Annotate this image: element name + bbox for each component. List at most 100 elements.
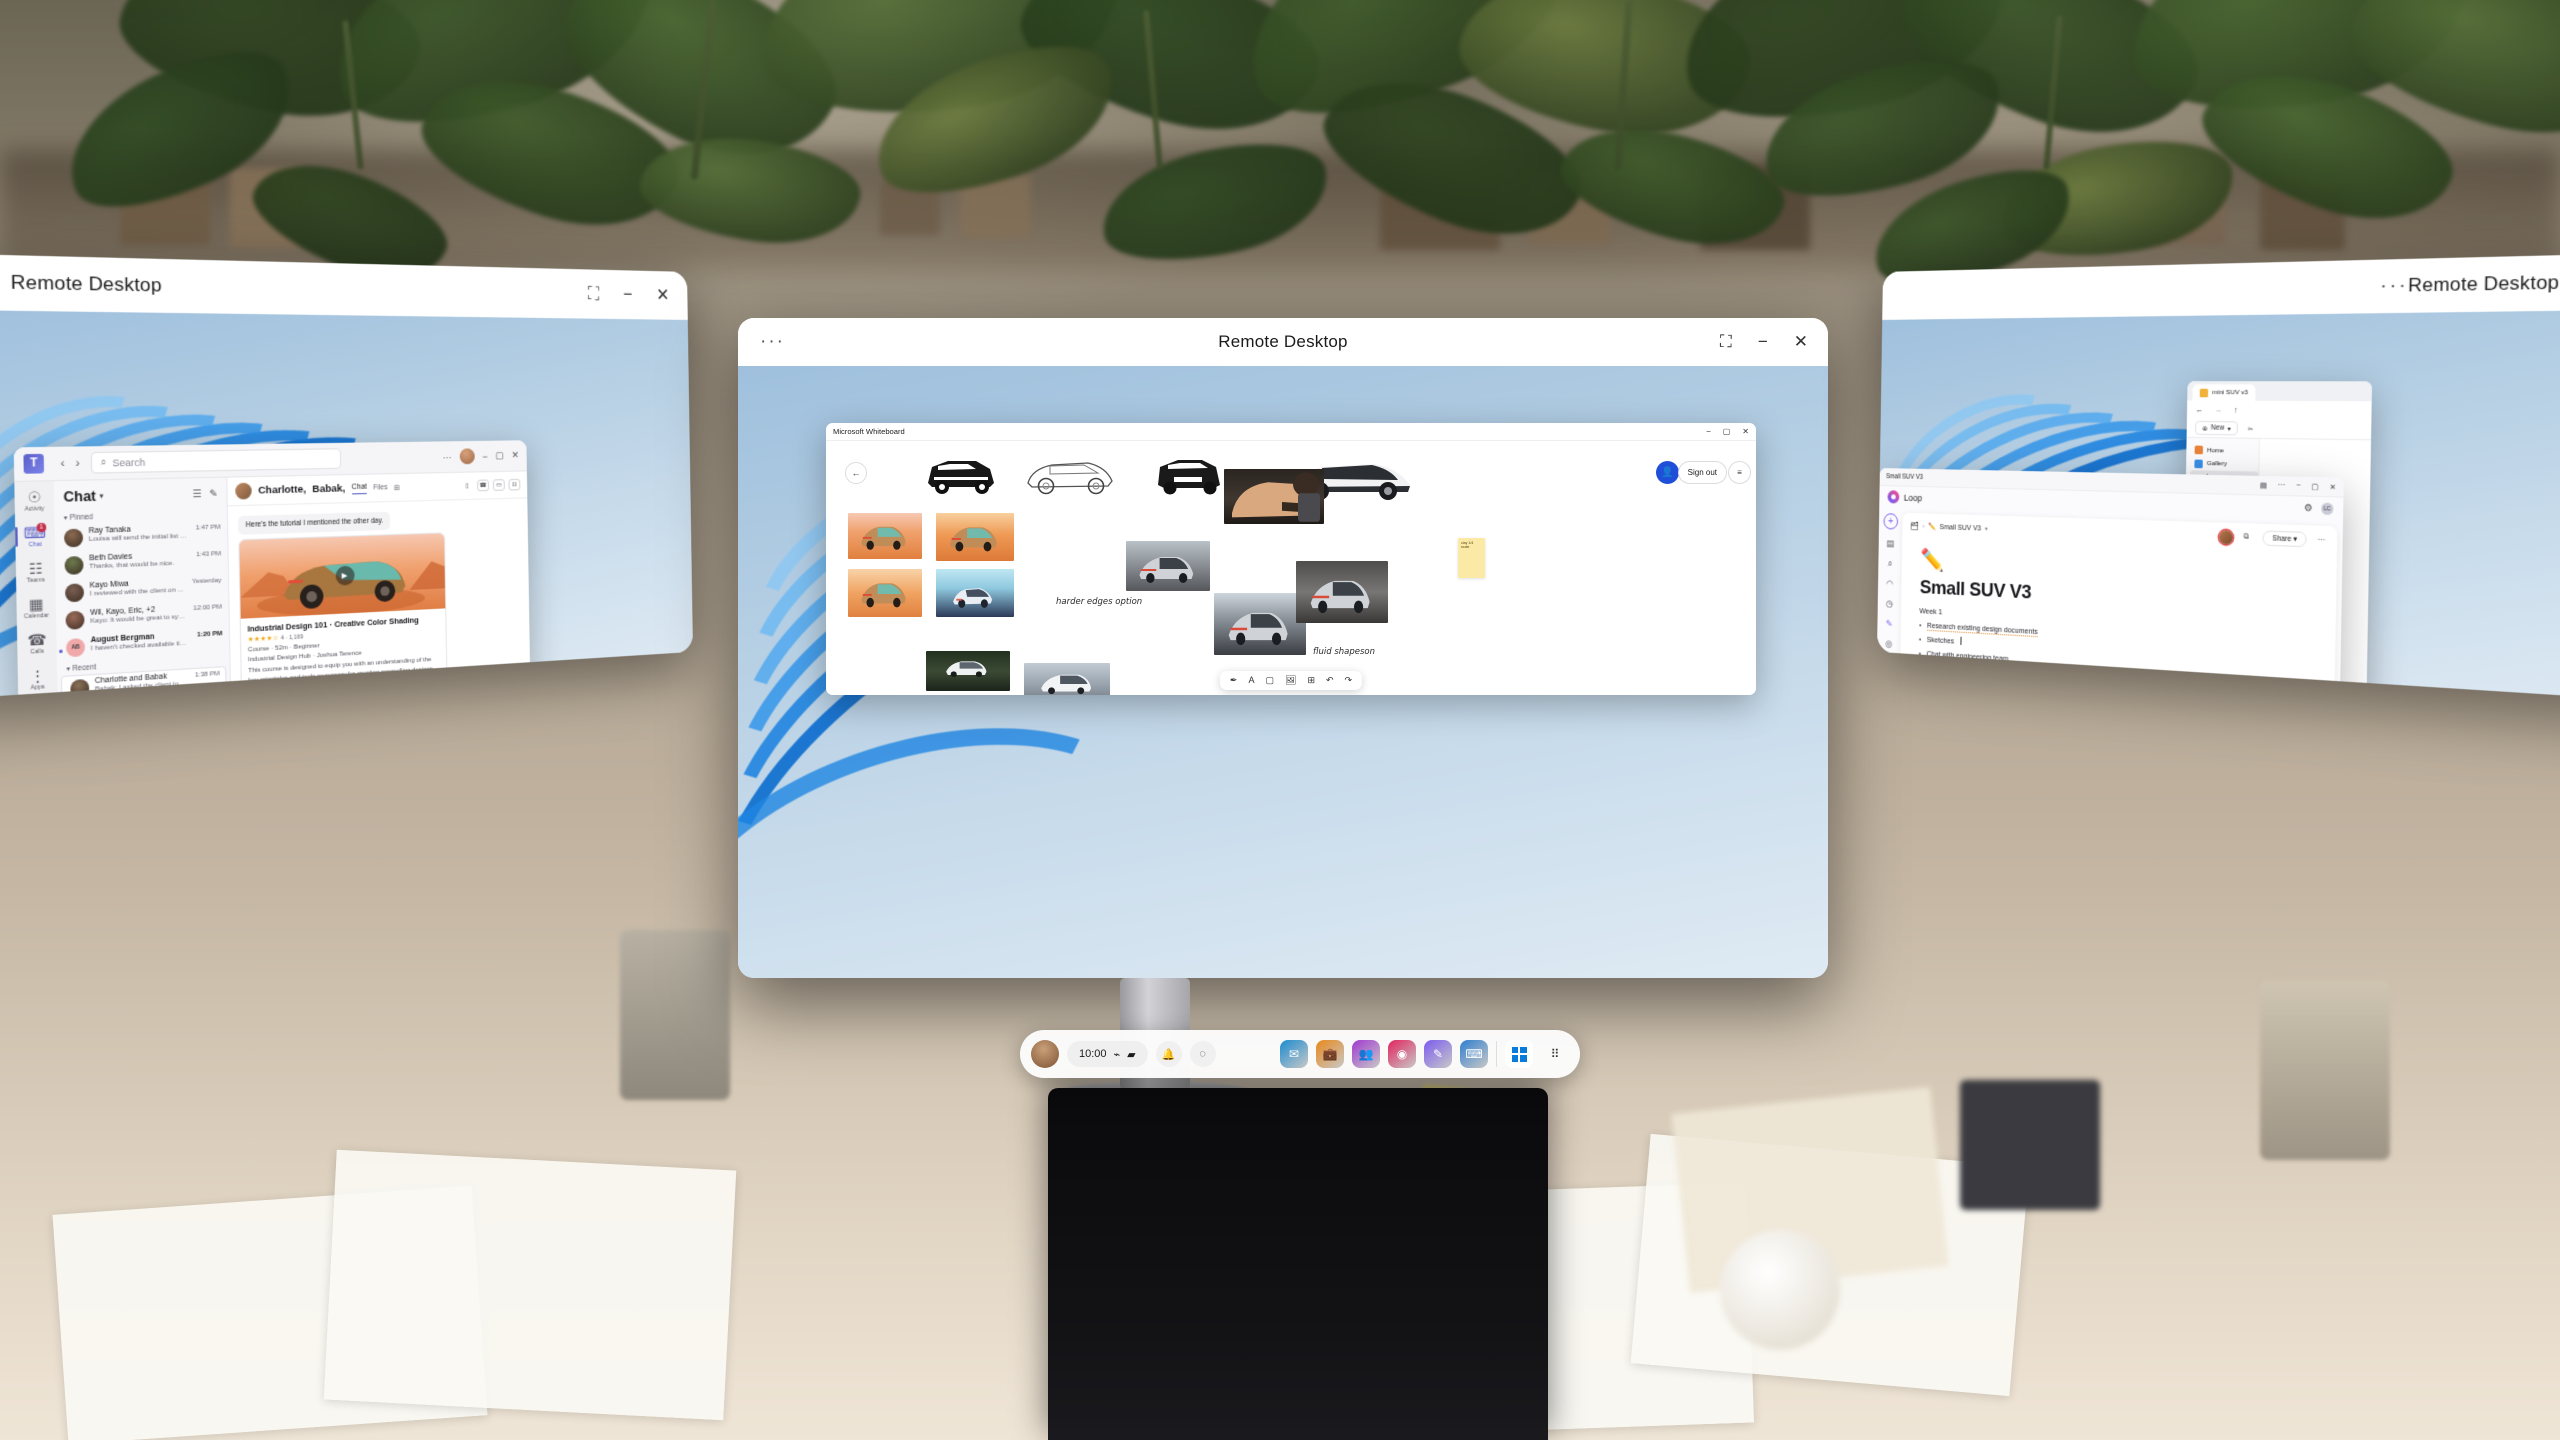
back-icon[interactable]: ← [2195, 405, 2203, 415]
clipboard-icon[interactable]: ▤ [2260, 481, 2267, 490]
minimize-icon[interactable]: − [1706, 427, 1711, 436]
add-tab-icon[interactable]: ⊞ [394, 483, 400, 492]
tab-chat[interactable]: Chat [351, 482, 368, 494]
up-icon[interactable]: ↑ [2234, 405, 2238, 415]
chevron-down-icon[interactable]: ▾ [99, 492, 103, 501]
note-icon[interactable]: ▢ [1265, 675, 1274, 686]
more-icon[interactable]: ··· [2317, 536, 2325, 544]
image-mountain-white-suv[interactable] [1024, 663, 1110, 695]
whiteboard-canvas[interactable]: ← 👤 Sign out ≡ harder edges option fluid… [826, 441, 1756, 695]
copy-link-icon[interactable]: ⧉ [2244, 533, 2249, 542]
image-forest-white-suv[interactable] [926, 651, 1010, 691]
more-icon[interactable]: ··· [2380, 274, 2409, 299]
windows-icon[interactable] [1505, 1040, 1533, 1068]
expand-icon[interactable]: ⛶ [588, 284, 600, 305]
dock-apps[interactable]: ✉ 💼 👥 ◉ ✎ ⌨ [1280, 1040, 1488, 1068]
explorer-ribbon[interactable]: ⊕ New ▾ ✂ [2186, 418, 2372, 441]
insert-icon[interactable]: ⊞ [1307, 675, 1315, 686]
avatar[interactable] [459, 448, 475, 465]
bell-icon[interactable]: ◠ [1886, 578, 1893, 589]
minimize-icon[interactable]: − [2296, 482, 2301, 491]
briefcase-icon[interactable]: 💼 [1316, 1040, 1344, 1068]
loop-header-actions[interactable]: ⚙ LC [2304, 502, 2334, 516]
minimize-icon[interactable]: − [482, 451, 487, 462]
image-desert-suv-rear[interactable] [848, 513, 922, 559]
scissors-icon[interactable]: ✂ [2248, 424, 2254, 433]
redo-icon[interactable]: ↷ [1345, 675, 1353, 686]
expand-icon[interactable]: ⛶ [1720, 332, 1732, 352]
forward-icon[interactable]: → [2214, 405, 2222, 415]
teams-search-input[interactable]: ⌕ Search [91, 448, 342, 474]
rail-item-teams[interactable]: ☷ Teams [16, 560, 56, 585]
text-icon[interactable]: A [1248, 675, 1254, 686]
close-icon[interactable]: ✕ [656, 285, 669, 305]
search-icon[interactable]: ⌕ [1888, 558, 1893, 569]
back-icon[interactable]: ‹ [60, 456, 65, 470]
loop-window-controls[interactable]: ▤ ··· − ▢ ✕ [2260, 481, 2336, 491]
rail-item-chat[interactable]: ⌨ 1 Chat [15, 522, 55, 549]
close-icon[interactable]: ✕ [511, 450, 519, 462]
sidebar-icon[interactable]: ▤ [1886, 538, 1895, 549]
teams-history-nav[interactable]: ‹ › [60, 456, 79, 470]
image-beach-grey-suv[interactable] [1126, 541, 1210, 591]
annotation-fluid-shapes[interactable]: fluid shapeson [1313, 647, 1375, 657]
whiteboard-toolbar[interactable]: ✒ A ▢ 🖼 ⊞ ↶ ↷ [1219, 671, 1363, 690]
rail-item-calls[interactable]: ☎ Calls [17, 631, 57, 656]
rail-item-calendar[interactable]: ▦ Calendar [16, 595, 56, 621]
image-icon[interactable]: 🖼 [1285, 675, 1296, 686]
image-desert-dunes[interactable] [936, 513, 1014, 561]
dashed-circle-icon[interactable]: ◌ [1189, 1041, 1216, 1067]
new-chat-icon[interactable]: ✎ [209, 487, 218, 499]
audio-call-icon[interactable]: ☎ [477, 479, 490, 492]
annotation-harder-edges[interactable]: harder edges option [1056, 597, 1142, 607]
user-avatar[interactable]: LC [2321, 502, 2334, 516]
share-button[interactable]: Share ▾ [2262, 530, 2307, 548]
explorer-tabstrip[interactable]: mini SUV v3 [2187, 381, 2373, 402]
bell-icon[interactable]: 🔔 [1155, 1041, 1182, 1067]
window-controls-left[interactable]: ⛶ − ✕ [588, 284, 670, 306]
more-icon[interactable]: ··· [760, 331, 785, 353]
forward-icon[interactable]: › [75, 456, 80, 470]
conversation-action-icons[interactable]: ▯ ☎ ▭ ⊡ [461, 478, 521, 492]
minimize-icon[interactable]: − [623, 285, 633, 305]
gear-icon[interactable]: ⚙ [2304, 502, 2313, 514]
workspace-icon[interactable]: 🗂 [1911, 522, 1919, 530]
avatar[interactable] [1031, 1040, 1059, 1068]
back-icon[interactable]: ← [845, 462, 867, 484]
maximize-icon[interactable]: ▢ [495, 450, 504, 462]
explorer-tab[interactable]: mini SUV v3 [2192, 384, 2256, 401]
app-grid-icon[interactable]: ⠿ [1541, 1040, 1569, 1068]
more-icon[interactable]: ··· [442, 451, 451, 462]
explorer-sidebar-item-home[interactable]: Home [2190, 443, 2258, 457]
sketch-rear-view[interactable] [1144, 453, 1234, 495]
sticky-note[interactable]: clay 1/4 scale [1458, 538, 1485, 578]
hamburger-icon[interactable]: ≡ [1728, 461, 1751, 484]
explorer-sidebar-item-gallery[interactable]: Gallery [2190, 457, 2258, 472]
sketch-front-view[interactable] [918, 453, 1004, 495]
outlook-icon[interactable]: ✉ [1280, 1040, 1308, 1068]
screen-share-icon[interactable]: ⊡ [508, 478, 521, 491]
filter-icon[interactable]: ☰ [192, 488, 201, 500]
camera-icon[interactable]: ◉ [1388, 1040, 1416, 1068]
account-icon[interactable]: 👤 [1656, 461, 1679, 484]
image-urban-silver-suv[interactable] [1296, 561, 1388, 623]
sign-out-button[interactable]: Sign out [1677, 461, 1727, 484]
ideas-icon[interactable]: ✎ [1886, 618, 1893, 629]
rail-item-activity[interactable]: ☉ Activity [14, 488, 54, 513]
recent-icon[interactable]: ◷ [1886, 598, 1893, 609]
whiteboard-window-controls[interactable]: − ▢ ✕ [1706, 427, 1749, 436]
chevron-down-icon[interactable]: ▾ [1985, 525, 1988, 532]
breadcrumb-page[interactable]: Small SUV V3 [1940, 523, 1981, 532]
video-call-icon[interactable]: ▭ [492, 479, 505, 491]
restore-icon[interactable]: ▢ [1723, 427, 1731, 436]
chat-list-actions[interactable]: ☰ ✎ [192, 487, 217, 500]
new-button[interactable]: ⊕ New ▾ [2194, 420, 2239, 436]
collaborator-avatar[interactable] [2219, 529, 2234, 545]
window-controls-center[interactable]: ⛶ − ✕ [1720, 332, 1808, 352]
close-icon[interactable]: ✕ [2329, 482, 2336, 491]
teams-window-controls[interactable]: ··· − ▢ ✕ [442, 448, 519, 465]
maximize-icon[interactable]: ▢ [2311, 482, 2318, 491]
image-clay-model-studio[interactable] [1224, 469, 1324, 524]
image-silver-coupe-dusk[interactable] [1214, 593, 1306, 655]
explorer-nav[interactable]: ← → ↑ [2186, 400, 2372, 421]
